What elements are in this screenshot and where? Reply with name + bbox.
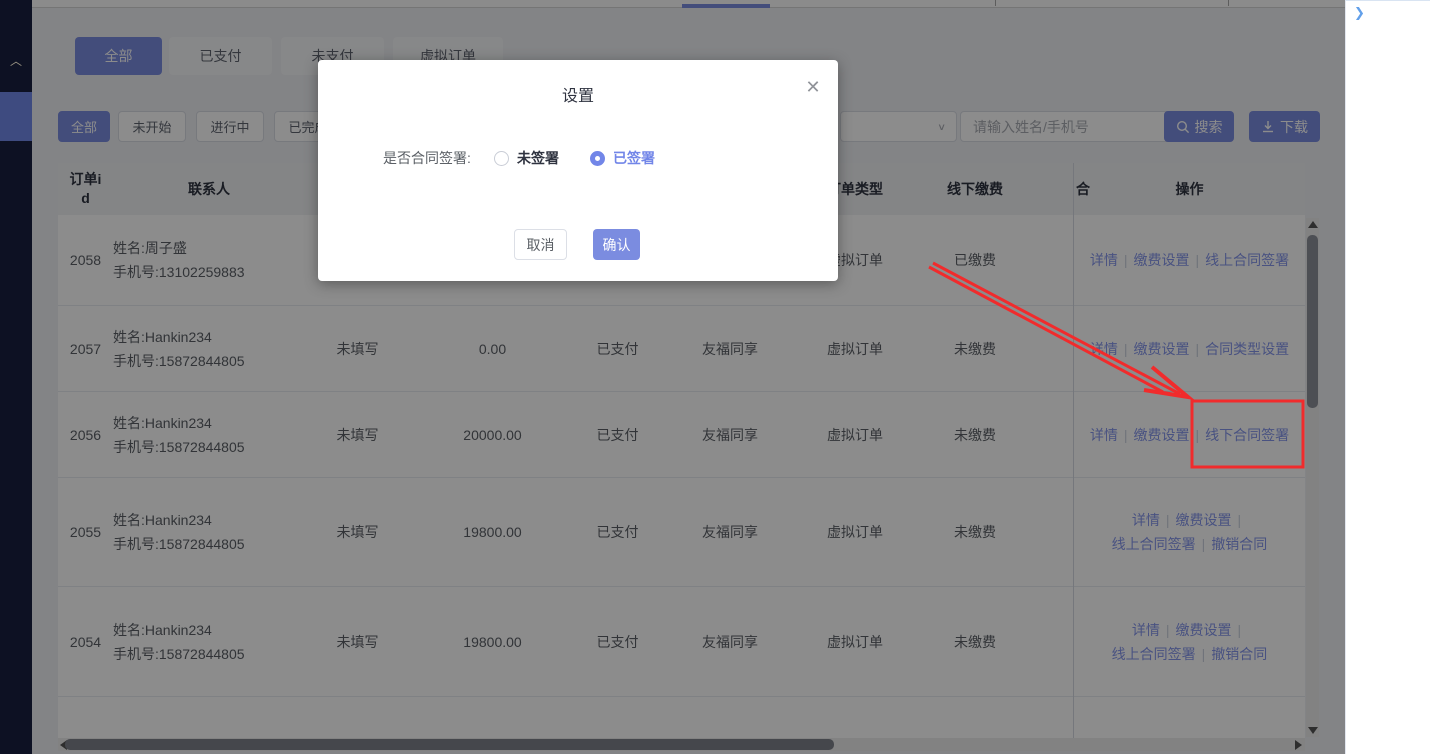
settings-dialog: 设置 ✕ 是否合同签署: 未签署 已签署 取消 确认 [318, 60, 838, 281]
contract-signed-label: 是否合同签署: [383, 148, 471, 168]
dialog-title: 设置 [318, 82, 838, 106]
radio-unselected-icon [494, 151, 509, 166]
sidebar-collapse-icon[interactable]: ︿ [6, 52, 26, 68]
radio-signed-label: 已签署 [613, 148, 655, 168]
radio-selected-icon [590, 151, 605, 166]
radio-unsigned-label: 未签署 [517, 148, 559, 168]
radio-unsigned[interactable]: 未签署 [494, 148, 559, 168]
radio-signed[interactable]: 已签署 [590, 148, 655, 168]
panel-expand-chevron-icon[interactable]: ❯ [1354, 5, 1365, 21]
confirm-button[interactable]: 确认 [593, 229, 640, 260]
right-collapsed-panel: ❯ [1345, 0, 1430, 754]
close-icon[interactable]: ✕ [804, 78, 822, 96]
left-sidebar: ︿ [0, 0, 32, 754]
cancel-button[interactable]: 取消 [514, 229, 567, 260]
sidebar-item-active[interactable] [0, 92, 32, 141]
